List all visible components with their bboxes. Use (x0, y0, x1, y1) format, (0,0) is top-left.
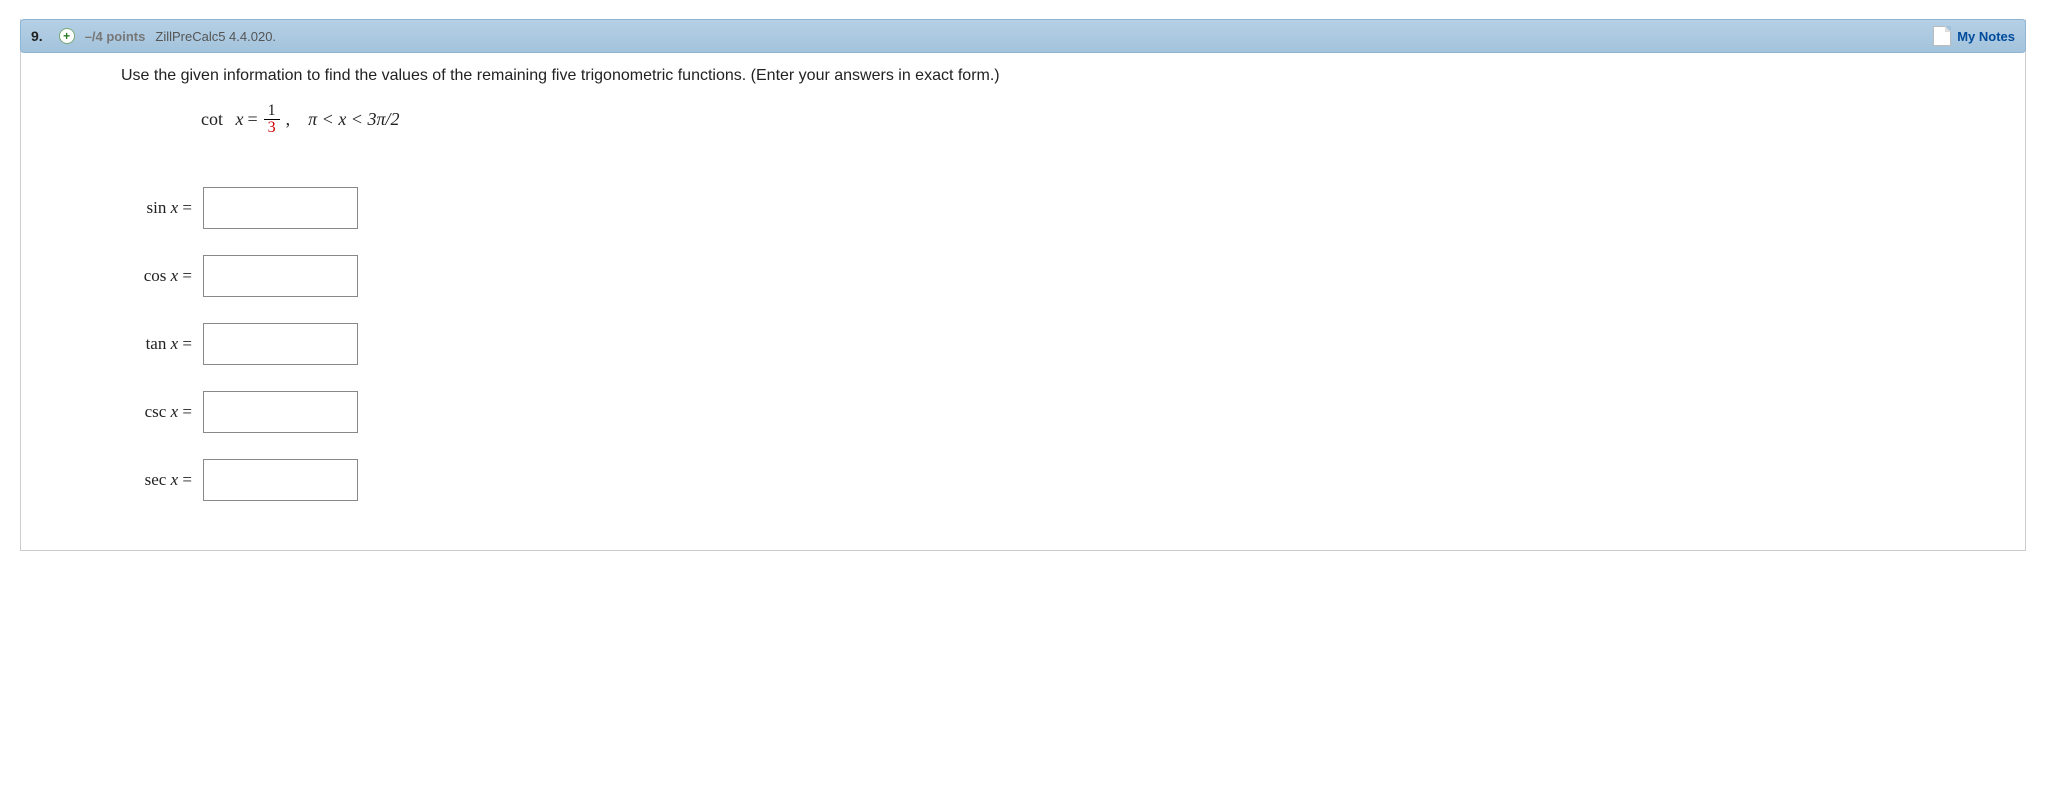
answer-eq: = (178, 266, 192, 285)
answer-input-csc[interactable] (203, 391, 358, 433)
question-body: Use the given information to find the va… (21, 53, 2025, 550)
answer-func: sec (145, 470, 167, 489)
header-right: My Notes (1933, 26, 2015, 46)
answer-row: csc x = (121, 390, 359, 434)
answer-eq: = (178, 334, 192, 353)
answer-label: sec x = (121, 458, 202, 502)
answer-row: sec x = (121, 458, 359, 502)
given-interval: π < x < 3π/2 (308, 109, 399, 130)
answer-input-cell (202, 186, 359, 230)
answer-row: tan x = (121, 322, 359, 366)
answer-input-cell (202, 322, 359, 366)
given-var: x (236, 109, 244, 130)
answer-input-cos[interactable] (203, 255, 358, 297)
given-eq: = (248, 109, 258, 130)
fraction-numerator: 1 (264, 103, 280, 119)
answer-tbody: sin x = cos x = tan x = csc x = sec x = (121, 186, 359, 502)
expand-icon[interactable]: + (59, 28, 75, 44)
answer-func: csc (145, 402, 167, 421)
answer-input-cell (202, 458, 359, 502)
answer-table: sin x = cos x = tan x = csc x = sec x = (121, 162, 359, 526)
answer-row: cos x = (121, 254, 359, 298)
given-func: cot (201, 109, 223, 130)
answer-input-sec[interactable] (203, 459, 358, 501)
answer-label: tan x = (121, 322, 202, 366)
answer-eq: = (178, 402, 192, 421)
answer-func: cos (144, 266, 167, 285)
answer-func: sin (147, 198, 167, 217)
points-label: –/4 points (85, 29, 146, 44)
answer-input-tan[interactable] (203, 323, 358, 365)
answer-row: sin x = (121, 186, 359, 230)
given-expression: cot x = 1 3 , π < x < 3π/2 (201, 103, 1925, 136)
question-number: 9. (31, 28, 43, 44)
question-prompt: Use the given information to find the va… (121, 67, 1925, 85)
answer-label: sin x = (121, 186, 202, 230)
notes-icon[interactable] (1933, 26, 1951, 46)
question-header: 9. + –/4 points ZillPreCalc5 4.4.020. My… (20, 19, 2026, 53)
answer-eq: = (178, 470, 192, 489)
given-fraction: 1 3 (264, 103, 280, 136)
given-comma: , (286, 109, 291, 130)
answer-input-sin[interactable] (203, 187, 358, 229)
question-container: 9. + –/4 points ZillPreCalc5 4.4.020. My… (20, 19, 2026, 551)
answer-label: cos x = (121, 254, 202, 298)
answer-eq: = (178, 198, 192, 217)
answer-input-cell (202, 254, 359, 298)
my-notes-link[interactable]: My Notes (1957, 29, 2015, 44)
answer-func: tan (146, 334, 167, 353)
fraction-denominator: 3 (264, 119, 280, 136)
answer-input-cell (202, 390, 359, 434)
source-label: ZillPreCalc5 4.4.020. (155, 29, 276, 44)
header-left: 9. + –/4 points ZillPreCalc5 4.4.020. (31, 28, 276, 44)
answer-label: csc x = (121, 390, 202, 434)
